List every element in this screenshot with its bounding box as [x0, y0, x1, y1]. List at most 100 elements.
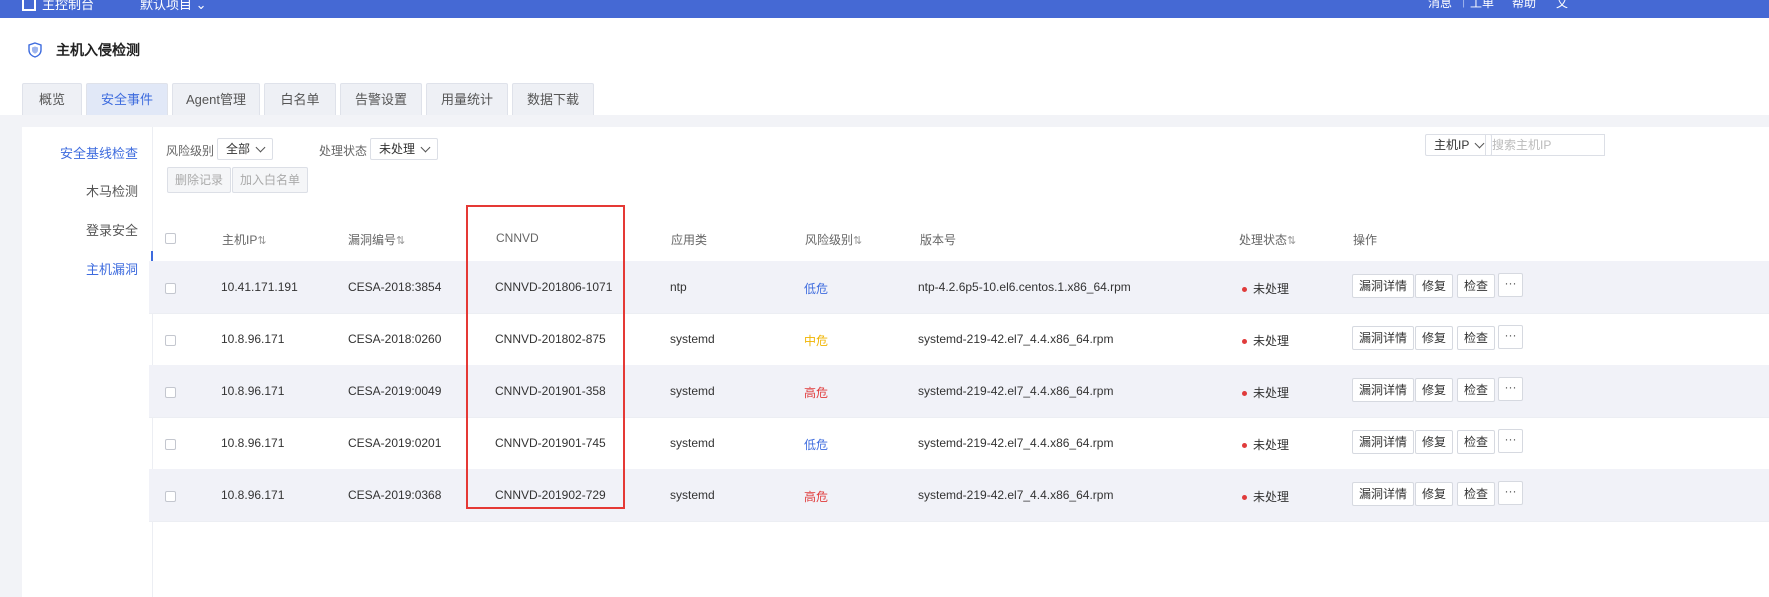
more-actions-button[interactable]: ···	[1498, 429, 1523, 453]
cell-status: 未处理	[1242, 436, 1289, 453]
cell-version: systemd-219-42.el7_4.4.x86_64.rpm	[918, 384, 1114, 398]
sort-icon: ⇅	[853, 235, 863, 247]
search-input[interactable]: 搜索主机IP	[1485, 134, 1605, 156]
col-risk[interactable]: 风险级别⇅	[805, 231, 862, 248]
project-selector[interactable]: 默认项目 ⌄	[140, 0, 207, 13]
check-button[interactable]: 检查	[1457, 378, 1496, 402]
table-row: 10.8.96.171 CESA-2018:0260 CNNVD-201802-…	[149, 313, 1769, 366]
sort-icon: ⇅	[396, 235, 406, 247]
nav-item-trojan-detection[interactable]: 木马检测	[86, 181, 138, 200]
more-actions-button[interactable]: ···	[1498, 325, 1523, 349]
fix-button[interactable]: 修复	[1415, 274, 1454, 298]
col-vuln-id[interactable]: 漏洞编号⇅	[348, 231, 405, 248]
col-status[interactable]: 处理状态⇅	[1239, 231, 1296, 248]
cell-risk: 高危	[804, 490, 829, 504]
check-button[interactable]: 检查	[1457, 274, 1496, 298]
main-panel: 安全基线检查 木马检测 登录安全 主机漏洞 风险级别 全部 处理状态 未处理 删…	[22, 127, 1769, 597]
row-checkbox[interactable]	[165, 283, 176, 294]
status-filter-label: 处理状态	[319, 144, 368, 158]
search-type-select[interactable]: 主机IP	[1425, 134, 1493, 156]
cell-app: systemd	[670, 488, 715, 502]
nav-item-baseline-check[interactable]: 安全基线检查	[60, 143, 138, 162]
cell-ip: 10.41.171.191	[221, 280, 298, 294]
cell-ip: 10.8.96.171	[221, 332, 285, 346]
tab-whitelist[interactable]: 白名单	[264, 83, 336, 115]
cell-status: 未处理	[1242, 384, 1289, 401]
cell-version: systemd-219-42.el7_4.4.x86_64.rpm	[918, 332, 1114, 346]
cell-risk: 低危	[804, 282, 829, 296]
cell-app: systemd	[670, 384, 715, 398]
table-header: 主机IP⇅ 漏洞编号⇅ CNNVD 应用类 风险级别⇅ 版本号 处理状态⇅ 操作	[149, 215, 1769, 262]
nav-item-host-vulnerabilities[interactable]: 主机漏洞	[86, 259, 138, 278]
status-dot-icon	[1242, 391, 1247, 397]
delete-records-button[interactable]: 删除记录	[167, 167, 232, 193]
cell-app: systemd	[670, 332, 715, 346]
fix-button[interactable]: 修复	[1415, 326, 1454, 350]
row-checkbox[interactable]	[165, 335, 176, 346]
more-actions-button[interactable]: ···	[1498, 481, 1523, 505]
status-dot-icon	[1242, 495, 1247, 501]
page-header: 主机入侵检测 概览 安全事件 Agent管理 白名单 告警设置 用量统计 数据下…	[0, 18, 1769, 115]
tab-usage-stats[interactable]: 用量统计	[426, 83, 508, 115]
check-button[interactable]: 检查	[1457, 326, 1496, 350]
brand[interactable]: 主控制台	[22, 0, 94, 13]
check-button[interactable]: 检查	[1457, 482, 1496, 506]
select-all-checkbox[interactable]	[165, 233, 176, 244]
cell-risk: 高危	[804, 386, 829, 400]
cell-vuln: CESA-2019:0368	[348, 488, 442, 502]
cell-vuln: CESA-2018:0260	[348, 332, 442, 346]
status-dot-icon	[1242, 339, 1247, 345]
vuln-details-button[interactable]: 漏洞详情	[1352, 274, 1415, 298]
tab-agent-management[interactable]: Agent管理	[172, 83, 260, 115]
nav-item-login-security[interactable]: 登录安全	[86, 220, 138, 239]
vuln-details-button[interactable]: 漏洞详情	[1352, 326, 1415, 350]
risk-filter-label: 风险级别	[166, 144, 215, 158]
topbar-tickets[interactable]: 工单	[1470, 0, 1494, 11]
tab-security-events[interactable]: 安全事件	[86, 83, 168, 115]
fix-button[interactable]: 修复	[1415, 430, 1454, 454]
side-nav: 安全基线检查 木马检测 登录安全 主机漏洞	[22, 127, 153, 597]
tab-alert-settings[interactable]: 告警设置	[340, 83, 422, 115]
table-row: 10.41.171.191 CESA-2018:3854 CNNVD-20180…	[149, 261, 1769, 314]
vuln-details-button[interactable]: 漏洞详情	[1352, 378, 1415, 402]
col-host-ip[interactable]: 主机IP⇅	[222, 231, 267, 248]
more-actions-button[interactable]: ···	[1498, 273, 1523, 297]
cell-vuln: CESA-2019:0049	[348, 384, 442, 398]
cell-app: systemd	[670, 436, 715, 450]
add-to-whitelist-button[interactable]: 加入白名单	[232, 167, 309, 193]
check-button[interactable]: 检查	[1457, 430, 1496, 454]
topbar-docs[interactable]: 文	[1556, 0, 1568, 11]
sort-icon: ⇅	[257, 235, 267, 247]
vuln-details-button[interactable]: 漏洞详情	[1352, 430, 1415, 454]
tab-overview[interactable]: 概览	[22, 83, 82, 115]
topbar-divider: |	[1462, 0, 1466, 8]
cell-version: ntp-4.2.6p5-10.el6.centos.1.x86_64.rpm	[918, 280, 1131, 294]
more-actions-button[interactable]: ···	[1498, 377, 1523, 401]
cell-vuln: CESA-2019:0201	[348, 436, 442, 450]
cell-risk: 低危	[804, 438, 829, 452]
top-bar: 主控制台 默认项目 ⌄ 消息 | 工单 帮助 文	[0, 0, 1769, 18]
row-checkbox[interactable]	[165, 387, 176, 398]
col-version: 版本号	[920, 233, 957, 247]
cell-version: systemd-219-42.el7_4.4.x86_64.rpm	[918, 436, 1114, 450]
tab-data-download[interactable]: 数据下载	[512, 83, 594, 115]
shield-icon	[28, 42, 42, 58]
topbar-help[interactable]: 帮助	[1512, 0, 1536, 11]
cnnvd-highlight-box	[466, 205, 625, 509]
table-row: 10.8.96.171 CESA-2019:0201 CNNVD-201901-…	[149, 417, 1769, 470]
cell-vuln: CESA-2018:3854	[348, 280, 442, 294]
vuln-details-button[interactable]: 漏洞详情	[1352, 482, 1415, 506]
fix-button[interactable]: 修复	[1415, 482, 1454, 506]
row-checkbox[interactable]	[165, 439, 176, 450]
status-filter-select[interactable]: 未处理	[370, 138, 439, 160]
fix-button[interactable]: 修复	[1415, 378, 1454, 402]
status-dot-icon	[1242, 287, 1247, 293]
topbar-messages[interactable]: 消息	[1428, 0, 1452, 11]
cell-app: ntp	[670, 280, 687, 294]
row-checkbox[interactable]	[165, 491, 176, 502]
risk-filter-select[interactable]: 全部	[217, 138, 274, 160]
table-row: 10.8.96.171 CESA-2019:0368 CNNVD-201902-…	[149, 469, 1769, 522]
col-ops: 操作	[1353, 233, 1378, 247]
chevron-down-icon	[255, 142, 266, 152]
chevron-down-icon: ⌄	[195, 0, 207, 12]
